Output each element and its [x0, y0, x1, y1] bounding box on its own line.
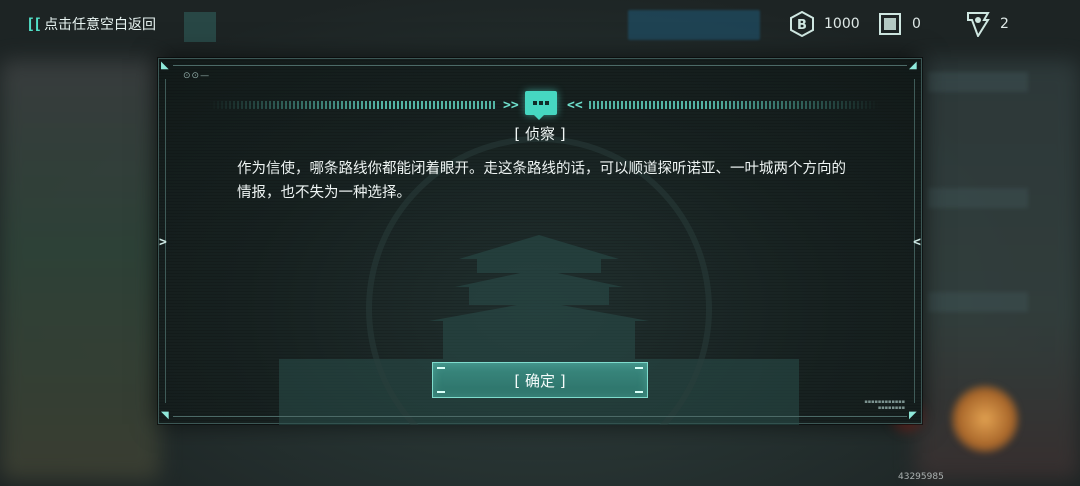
back-hint-label: 点击任意空白返回 — [44, 17, 157, 33]
button-corner-tick — [635, 391, 643, 393]
header-rail-right: << — [561, 95, 879, 115]
user-id: 43295985 — [898, 472, 944, 482]
card-icon — [878, 11, 902, 37]
right-arrow-icon: < — [913, 235, 921, 250]
chevron-left-icon: << — [567, 97, 583, 113]
button-corner-tick — [437, 367, 445, 369]
background-menu-square — [184, 12, 216, 42]
left-arrow-icon: > — [159, 235, 167, 250]
resource-value: 1000 — [824, 16, 860, 32]
confirm-button-label: [ 确定 ] — [514, 371, 566, 390]
button-corner-tick — [437, 391, 445, 393]
badge-icon — [966, 11, 990, 37]
back-hint[interactable]: [[ 点击任意空白返回 — [26, 14, 156, 34]
frame-top-line — [173, 65, 907, 66]
currency-b-icon: B — [790, 11, 814, 37]
background-action-button — [950, 384, 1020, 454]
corner-bottom-left-icon: ◥ — [161, 410, 169, 421]
dialog-title: [ 侦察 ] — [514, 125, 566, 143]
rail-hatch — [588, 101, 879, 109]
confirm-button[interactable]: [ 确定 ] — [432, 362, 648, 398]
header-rail-left: >> — [209, 95, 525, 115]
decorative-fine-print: ▪▪▪▪▪▪▪▪▪▪▪▪ ▪▪▪▪▪▪▪▪ — [864, 399, 905, 411]
background-top-button — [628, 10, 760, 40]
button-corner-tick — [635, 367, 643, 369]
background-left-panel — [0, 60, 160, 480]
frame-bottom-line — [173, 416, 907, 417]
game-screen[interactable]: [[ 点击任意空白返回 B 1000 0 2 ◣ ◢ ◥ ◤ > < ⊙⊙— >… — [0, 0, 1080, 486]
corner-top-right-icon: ◢ — [909, 60, 917, 71]
back-bracket-icon: [[ — [26, 15, 42, 33]
background-strip — [928, 292, 1028, 312]
svg-text:B: B — [797, 18, 807, 33]
chat-bubble-icon — [525, 91, 557, 120]
chevron-right-icon: >> — [503, 97, 519, 113]
resource-currency: B 1000 — [790, 10, 860, 38]
scout-dialog: ◣ ◢ ◥ ◤ > < ⊙⊙— >> << [ 侦察 ] 作为信使，哪条路线你都… — [158, 58, 922, 425]
background-strip — [928, 72, 1028, 92]
rail-hatch — [209, 101, 497, 109]
resource-value: 0 — [912, 16, 921, 32]
resource-value: 2 — [1000, 16, 1009, 32]
corner-top-left-icon: ◣ — [161, 60, 169, 71]
resource-badge: 2 — [966, 10, 1009, 38]
corner-bottom-right-icon: ◤ — [909, 410, 917, 421]
status-dots-icon: ⊙⊙— — [183, 71, 211, 81]
dialog-body: 作为信使，哪条路线你都能闭着眼开。走这条路线的话，可以顺道探听诺亚、一叶城两个方… — [237, 161, 846, 201]
background-strip — [928, 188, 1028, 208]
chat-badge — [525, 91, 557, 120]
resource-card: 0 — [878, 10, 921, 38]
